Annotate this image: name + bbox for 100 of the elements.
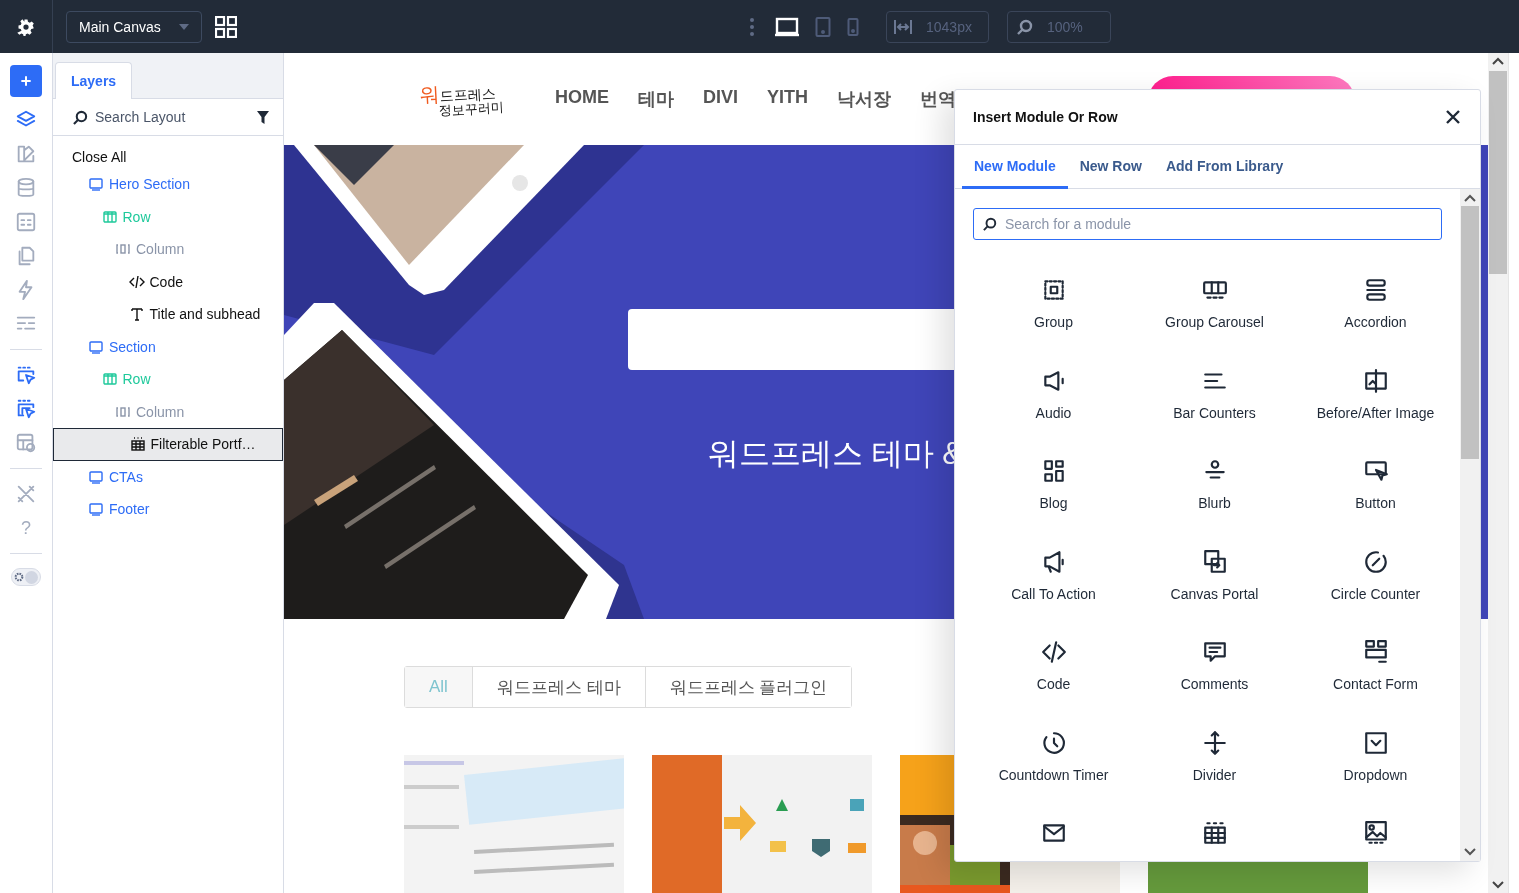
scroll-down-icon[interactable] bbox=[1492, 881, 1504, 889]
split-image-icon bbox=[1362, 367, 1389, 394]
module-label: Contact Form bbox=[1333, 676, 1418, 692]
module-tile[interactable]: Blog bbox=[973, 446, 1134, 537]
module-label: Dropdown bbox=[1343, 766, 1408, 783]
nav-link[interactable]: 번역 bbox=[920, 87, 957, 111]
close-icon[interactable] bbox=[1446, 110, 1460, 124]
module-tile[interactable]: Code bbox=[973, 627, 1134, 718]
module-tile[interactable]: Circle Counter bbox=[1295, 536, 1456, 627]
search-icon bbox=[983, 217, 997, 231]
section-icon bbox=[88, 338, 104, 355]
nav-link[interactable]: YITH bbox=[767, 87, 809, 111]
module-tile[interactable]: Dropdown bbox=[1295, 717, 1456, 808]
section-icon bbox=[88, 468, 104, 485]
layer-item[interactable]: Filterable Portf… bbox=[53, 428, 283, 461]
section-icon bbox=[88, 176, 104, 193]
nav-link[interactable]: 테마 bbox=[638, 87, 674, 111]
module-tile[interactable]: Comments bbox=[1134, 627, 1295, 718]
module-tile[interactable]: Blurb bbox=[1134, 446, 1295, 537]
module-label: Blurb bbox=[1198, 495, 1231, 511]
module-label: Before/After Image bbox=[1316, 404, 1435, 421]
module-label: Code bbox=[1036, 676, 1071, 692]
image-icon bbox=[1362, 820, 1389, 846]
circle-counter-icon bbox=[1362, 548, 1389, 575]
module-tile[interactable]: Canvas Portal bbox=[1134, 536, 1295, 627]
module-label: Countdown Timer bbox=[998, 766, 1109, 783]
page-scrollbar[interactable] bbox=[1488, 53, 1508, 893]
width-icon bbox=[894, 19, 912, 34]
cursor-button-icon bbox=[1362, 458, 1389, 484]
module-label: Circle Counter bbox=[1330, 585, 1421, 602]
module-tile[interactable]: Call To Action bbox=[973, 536, 1134, 627]
module-label: Call To Action bbox=[1011, 585, 1096, 602]
more-icon[interactable] bbox=[750, 17, 754, 36]
module-label: Accordion bbox=[1344, 314, 1407, 330]
pointer-icon[interactable] bbox=[15, 398, 37, 420]
module-label: Audio bbox=[1035, 404, 1072, 421]
dropdown-icon bbox=[1362, 729, 1389, 756]
dialog-tab[interactable]: New Row bbox=[1067, 145, 1154, 189]
clock-icon bbox=[1040, 729, 1067, 756]
scroll-thumb[interactable] bbox=[1461, 206, 1479, 459]
add-button[interactable] bbox=[10, 65, 42, 97]
dialog-tab[interactable]: New Module bbox=[962, 145, 1068, 189]
module-tile[interactable]: Bar Counters bbox=[1134, 355, 1295, 446]
module-tile[interactable]: Button bbox=[1295, 446, 1456, 537]
text-icon bbox=[128, 306, 145, 323]
layer-item[interactable]: Section bbox=[53, 330, 283, 363]
code-icon bbox=[128, 273, 145, 290]
layer-item[interactable]: Title and subhead bbox=[53, 298, 283, 331]
filter-icon[interactable] bbox=[257, 110, 269, 124]
comment-icon bbox=[1201, 639, 1228, 665]
module-tile[interactable]: Divider bbox=[1134, 717, 1295, 808]
scroll-up-icon[interactable] bbox=[1464, 194, 1476, 202]
module-tile[interactable]: Accordion bbox=[1295, 265, 1456, 356]
scroll-thumb[interactable] bbox=[1489, 71, 1507, 274]
module-search-field[interactable]: Search for a module bbox=[973, 208, 1442, 240]
table-icon bbox=[129, 436, 146, 453]
nav-link[interactable]: DIVI bbox=[703, 87, 738, 111]
dialog-tab[interactable]: Add From Library bbox=[1153, 145, 1296, 189]
module-tile[interactable]: Audio bbox=[973, 355, 1134, 446]
module-label: Divider bbox=[1192, 766, 1237, 783]
dialog-title: Insert Module Or Row bbox=[973, 109, 1118, 125]
search-icon bbox=[1017, 18, 1033, 35]
module-label: Blog bbox=[1039, 495, 1068, 511]
module-label: Canvas Portal bbox=[1170, 585, 1259, 602]
layer-item[interactable]: Footer bbox=[53, 493, 283, 526]
scroll-up-icon[interactable] bbox=[1492, 57, 1504, 65]
layers-tab[interactable]: Layers bbox=[55, 62, 133, 99]
layer-item[interactable]: Code bbox=[53, 265, 283, 298]
scroll-down-icon[interactable] bbox=[1464, 848, 1476, 856]
module-label: Group Carousel bbox=[1165, 314, 1264, 330]
module-tile[interactable]: Group Carousel bbox=[1134, 265, 1295, 356]
close-all-button[interactable]: Close All bbox=[53, 136, 283, 168]
module-label: Button bbox=[1355, 495, 1396, 511]
module-label: Group bbox=[1034, 314, 1073, 330]
dialog-scrollbar[interactable] bbox=[1460, 189, 1480, 861]
gear-icon bbox=[14, 572, 24, 582]
divider-icon bbox=[1201, 729, 1228, 756]
layer-item[interactable]: Hero Section bbox=[53, 168, 283, 201]
filter-tab[interactable]: 워드프레스 플러그인 bbox=[644, 667, 852, 707]
row-icon bbox=[101, 208, 118, 225]
nav-link[interactable]: HOME bbox=[555, 87, 609, 111]
nav-link[interactable]: 낙서장 bbox=[837, 87, 892, 111]
caret-icon bbox=[179, 23, 189, 30]
module-tile[interactable]: Contact Form bbox=[1295, 627, 1456, 718]
portal-icon bbox=[1201, 548, 1228, 575]
module-label: Bar Counters bbox=[1173, 404, 1256, 421]
module-tile[interactable]: Before/After Image bbox=[1295, 355, 1456, 446]
form-icon bbox=[1362, 639, 1389, 665]
pointer-icon[interactable] bbox=[15, 364, 37, 386]
layer-item[interactable]: CTAs bbox=[53, 460, 283, 493]
section-icon bbox=[88, 501, 104, 518]
theme-toggle[interactable] bbox=[11, 568, 41, 586]
module-tile[interactable]: Group bbox=[973, 265, 1134, 356]
table-icon bbox=[1201, 820, 1228, 846]
settings-icon[interactable] bbox=[17, 17, 35, 36]
module-tile[interactable]: Countdown Timer bbox=[973, 717, 1134, 808]
search-icon bbox=[73, 110, 88, 125]
grid-icon[interactable] bbox=[215, 15, 237, 38]
canvas-dropdown[interactable]: Main Canvas bbox=[66, 10, 202, 43]
module-label: Comments bbox=[1180, 676, 1249, 692]
